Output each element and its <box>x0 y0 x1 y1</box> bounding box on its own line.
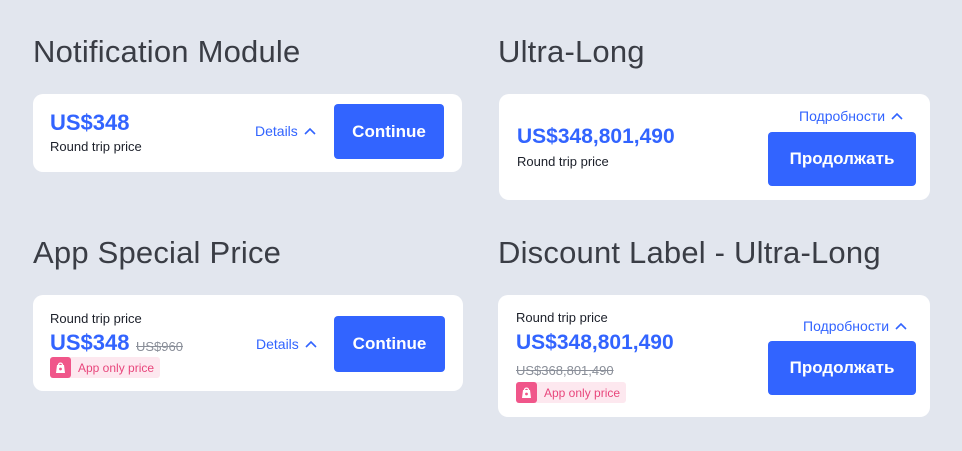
section-title-discount-label-ultra-long: Discount Label - Ultra-Long <box>498 235 881 270</box>
price-card-discount-ultra-long: Round trip price US$348,801,490 US$368,8… <box>498 295 930 417</box>
price-card-notification: US$348 Round trip price Details Continue <box>33 94 462 172</box>
chevron-up-icon <box>891 112 903 120</box>
details-link[interactable]: Подробности <box>803 318 907 334</box>
original-price: US$368,801,490 <box>516 363 614 378</box>
price-value: US$348,801,490 <box>517 125 675 148</box>
original-price: US$960 <box>136 339 183 354</box>
shopping-bag-icon <box>50 357 71 378</box>
badge-label: App only price <box>78 360 155 375</box>
price-label: Round trip price <box>517 154 609 169</box>
details-link[interactable]: Подробности <box>799 108 903 124</box>
details-link[interactable]: Details <box>255 123 316 139</box>
details-label: Подробности <box>799 108 886 124</box>
details-label: Details <box>255 123 298 139</box>
app-only-badge: App only price <box>516 382 627 403</box>
price-value: US$348 <box>50 330 130 355</box>
details-link[interactable]: Details <box>256 336 317 352</box>
continue-button[interactable]: Continue <box>334 104 444 159</box>
section-title-ultra-long: Ultra-Long <box>498 34 645 69</box>
price-card-app-special: Round trip price US$348 US$960 App only … <box>33 295 463 391</box>
continue-button[interactable]: Продолжать <box>768 132 916 186</box>
section-title-notification-module: Notification Module <box>33 34 301 69</box>
price-card-ultra-long: Подробности US$348,801,490 Round trip pr… <box>499 94 930 200</box>
app-only-badge: App only price <box>50 357 161 378</box>
details-label: Подробности <box>803 318 890 334</box>
shopping-bag-icon <box>516 382 537 403</box>
chevron-up-icon <box>895 322 907 330</box>
continue-button[interactable]: Continue <box>334 316 445 372</box>
chevron-up-icon <box>304 127 316 135</box>
continue-button[interactable]: Продолжать <box>768 341 916 395</box>
chevron-up-icon <box>305 340 317 348</box>
price-value: US$348,801,490 <box>516 331 674 354</box>
price-value: US$348 <box>50 110 130 135</box>
price-label: Round trip price <box>50 139 142 154</box>
price-label: Round trip price <box>50 311 142 326</box>
price-label: Round trip price <box>516 310 608 325</box>
badge-label: App only price <box>544 385 621 400</box>
component-showcase: Notification Module US$348 Round trip pr… <box>0 0 962 451</box>
section-title-app-special-price: App Special Price <box>33 235 282 270</box>
details-label: Details <box>256 336 299 352</box>
